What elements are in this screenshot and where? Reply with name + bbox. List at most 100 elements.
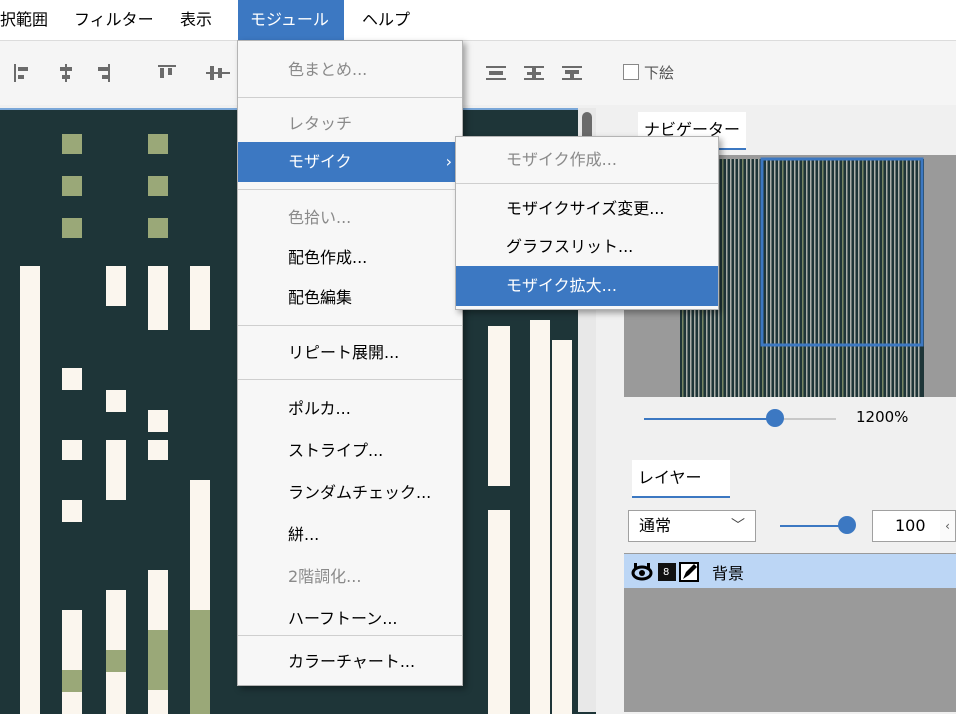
menu-item-retouch: レタッチ (288, 114, 353, 133)
opacity-slider-filled[interactable] (780, 525, 846, 527)
chevron-right-icon: › (445, 152, 452, 171)
navigator-stripe (806, 159, 808, 397)
mosaic-cell (62, 440, 82, 460)
mosaic-cell (62, 176, 82, 196)
navigator-stripe (878, 159, 880, 397)
menu-module[interactable]: モジュール (238, 0, 344, 40)
underlay-label: 下絵 (644, 64, 675, 82)
navigator-stripe (850, 159, 852, 397)
navigator-stripe (782, 159, 784, 397)
mosaic-cell (106, 650, 126, 672)
navigator-stripe (894, 159, 896, 397)
navigator-stripe (846, 159, 848, 397)
navigator-stripe (906, 159, 908, 397)
navigator-stripe (902, 159, 904, 397)
blend-mode-value: 通常 (639, 516, 672, 535)
submenu-item-mosaic-enlarge[interactable]: モザイク拡大... (456, 266, 718, 306)
menu-item-repeat[interactable]: リピート展開... (238, 333, 462, 373)
navigator-stripe (914, 159, 916, 397)
mosaic-cell (62, 670, 82, 692)
submenu-item-graph-slit[interactable]: グラフスリット... (456, 227, 718, 267)
navigator-stripe (882, 159, 884, 397)
mosaic-cell (106, 390, 126, 412)
opacity-spinner[interactable]: ‹ (940, 510, 956, 542)
mosaic-cell (62, 218, 82, 238)
navigator-stripe (754, 159, 756, 397)
layer-name: 背景 (712, 564, 745, 583)
mosaic-cell (190, 610, 210, 714)
mosaic-cell (62, 500, 82, 522)
navigator-stripe (794, 159, 796, 397)
navigator-stripe (802, 159, 804, 397)
mosaic-cell (148, 410, 168, 432)
menu-view[interactable]: 表示 (170, 0, 222, 40)
tab-layers[interactable]: レイヤー (632, 460, 730, 498)
menu-separator (238, 635, 462, 636)
navigator-stripe (874, 159, 876, 397)
mosaic-cell (20, 400, 40, 420)
opacity-slider-knob[interactable] (838, 516, 856, 534)
navigator-stripe (818, 159, 820, 397)
navigator-stripe (742, 159, 744, 397)
menu-item-color-scheme-create[interactable]: 配色作成... (238, 238, 462, 278)
mosaic-cell (190, 266, 210, 330)
zoom-level: 1200% (856, 408, 909, 426)
mosaic-cell (106, 266, 126, 306)
zoom-slider-filled (644, 418, 776, 420)
layer-row[interactable]: 8 背景 (624, 554, 956, 588)
submenu-item-mosaic-resize[interactable]: モザイクサイズ変更... (456, 189, 718, 229)
navigator-stripe (734, 159, 736, 397)
menu-item-color-pick: 色拾い... (288, 208, 352, 227)
align-tools-icons[interactable] (8, 62, 238, 84)
underlay-checkbox[interactable] (623, 64, 639, 80)
mosaic-cell (148, 134, 168, 154)
module-dropdown-menu: 色まとめ... レタッチ モザイク › 色拾い... 配色作成... 配色編集 … (237, 40, 463, 686)
navigator-stripe (798, 159, 800, 397)
blend-mode-select[interactable]: 通常 ﹀ (628, 510, 756, 542)
mosaic-cell (148, 266, 168, 330)
menu-item-binarize: 2階調化... (288, 567, 362, 586)
menu-item-stripe[interactable]: ストライプ... (238, 431, 462, 471)
menu-item-kasuri[interactable]: 絣... (238, 515, 462, 555)
mosaic-cell (148, 218, 168, 238)
mosaic-cell (62, 368, 82, 390)
eye-icon (631, 563, 653, 581)
mosaic-cell (62, 134, 82, 154)
menu-item-color-scheme-edit[interactable]: 配色編集 (238, 278, 462, 318)
layer-controls-icons: 8 (631, 562, 699, 582)
menu-selection[interactable]: 選択範囲 (0, 0, 58, 40)
mosaic-cell (62, 610, 82, 714)
navigator-stripe (766, 159, 768, 397)
zoom-slider-track[interactable] (776, 418, 836, 420)
mosaic-cell (148, 176, 168, 196)
menu-filter[interactable]: フィルター (64, 0, 164, 40)
menu-help[interactable]: ヘルプ (352, 0, 420, 40)
mosaic-cell (148, 630, 168, 690)
navigator-stripe (890, 159, 892, 397)
navigator-stripe (730, 159, 732, 397)
navigator-stripe (842, 159, 844, 397)
mosaic-cell (148, 440, 168, 460)
navigator-stripe (750, 159, 752, 397)
opacity-input[interactable]: 100 (872, 510, 942, 542)
distribute-tools-icons[interactable] (484, 62, 604, 84)
menu-item-mosaic[interactable]: モザイク › (238, 142, 462, 182)
navigator-stripe (790, 159, 792, 397)
menu-separator (238, 325, 462, 326)
navigator-stripe (830, 159, 832, 397)
zoom-slider-knob[interactable] (766, 409, 784, 427)
bit-depth-icon: 8 (658, 563, 676, 581)
menu-item-color-chart[interactable]: カラーチャート... (238, 642, 462, 682)
menu-item-polka[interactable]: ポルカ... (238, 389, 462, 429)
menu-separator (238, 97, 462, 98)
edit-pencil-icon (679, 562, 699, 582)
menu-item-halftone[interactable]: ハーフトーン... (238, 599, 462, 639)
navigator-stripe (918, 159, 920, 397)
svg-text:8: 8 (663, 567, 669, 578)
navigator-stripe (898, 159, 900, 397)
navigator-stripe (838, 159, 840, 397)
menu-item-random-check[interactable]: ランダムチェック... (238, 473, 462, 513)
navigator-stripe (834, 159, 836, 397)
mosaic-cell (552, 340, 572, 714)
menu-item-mosaic-label: モザイク (288, 152, 352, 171)
